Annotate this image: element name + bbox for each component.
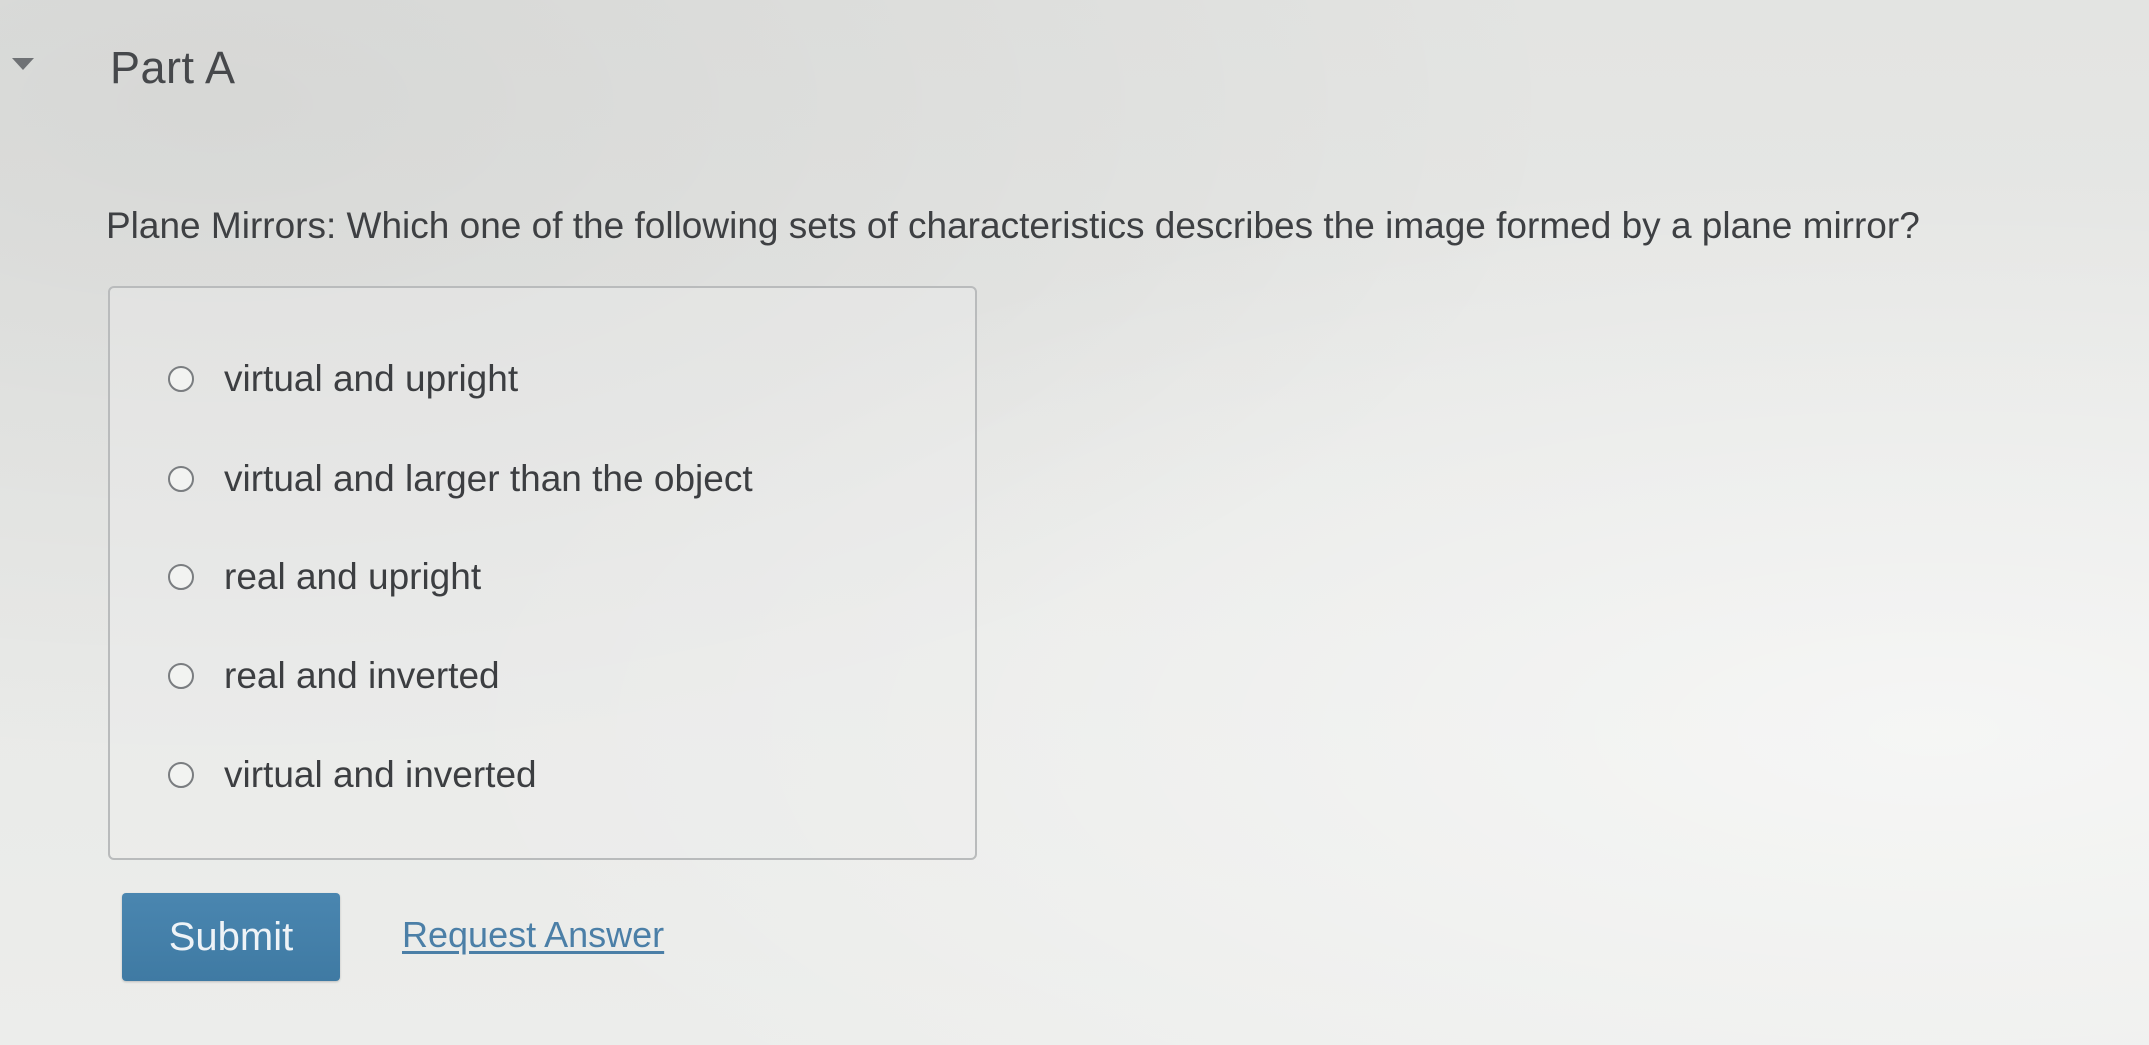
- radio-button-icon[interactable]: [168, 762, 194, 788]
- option-virtual-upright[interactable]: virtual and upright: [110, 354, 518, 404]
- option-label: virtual and upright: [224, 358, 519, 399]
- option-real-upright[interactable]: real and upright: [110, 552, 481, 602]
- radio-button-icon[interactable]: [168, 663, 194, 689]
- part-title: Part A: [110, 42, 236, 93]
- option-real-inverted[interactable]: real and inverted: [110, 651, 500, 701]
- option-label: virtual and inverted: [224, 754, 537, 795]
- option-virtual-larger[interactable]: virtual and larger than the object: [110, 454, 753, 504]
- answer-options-box: virtual and upright virtual and larger t…: [108, 286, 977, 860]
- option-label: real and upright: [224, 556, 482, 597]
- radio-button-icon[interactable]: [168, 564, 194, 590]
- option-label: virtual and larger than the object: [224, 458, 753, 499]
- radio-button-icon[interactable]: [168, 466, 194, 492]
- option-virtual-inverted[interactable]: virtual and inverted: [110, 750, 537, 800]
- radio-button-icon[interactable]: [168, 366, 194, 392]
- collapse-caret-icon[interactable]: [12, 58, 34, 70]
- question-text: Plane Mirrors: Which one of the followin…: [106, 205, 1920, 246]
- submit-button[interactable]: Submit: [122, 893, 340, 981]
- request-answer-link[interactable]: Request Answer: [402, 914, 664, 956]
- option-label: real and inverted: [224, 655, 500, 696]
